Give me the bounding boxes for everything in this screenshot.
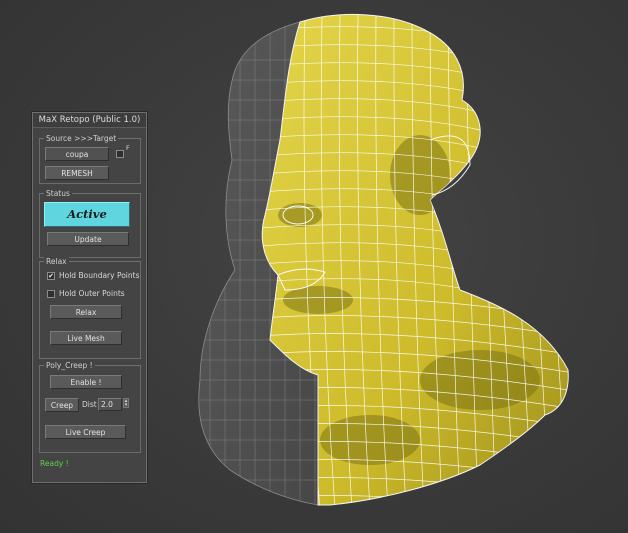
active-state-indicator[interactable]: Active: [44, 202, 130, 227]
panel-title[interactable]: MaX Retopo (Public 1.0): [33, 113, 146, 128]
source-target-group: Source >>>Target coupa F REMESH: [39, 133, 141, 184]
live-mesh-button[interactable]: Live Mesh: [50, 331, 122, 345]
status-bar-text: Ready !: [40, 459, 69, 468]
dist-label: Dist: [82, 400, 97, 409]
poly-creep-group: Poly_Creep ! Enable ! Creep Dist 2.0 ▴ ▾ …: [39, 360, 141, 453]
remesh-button[interactable]: REMESH: [45, 166, 109, 180]
relax-button[interactable]: Relax: [50, 305, 122, 319]
relax-label: Relax: [44, 256, 69, 267]
hold-boundary-checkbox[interactable]: ✔: [47, 272, 55, 280]
status-group: Status Active Update: [39, 188, 141, 258]
hold-outer-label: Hold Outer Points: [59, 289, 125, 298]
creep-button[interactable]: Creep: [45, 398, 79, 412]
flag-checkbox[interactable]: [116, 150, 124, 158]
hold-outer-checkbox[interactable]: [47, 290, 55, 298]
live-creep-button[interactable]: Live Creep: [45, 425, 126, 439]
poly-creep-label: Poly_Creep !: [44, 360, 95, 371]
flag-label: F: [126, 144, 130, 152]
relax-group: Relax ✔ Hold Boundary Points Hold Outer …: [39, 256, 141, 359]
dist-spinner-arrows-icon[interactable]: ▴ ▾: [123, 398, 129, 408]
dist-spinner-field[interactable]: 2.0: [98, 398, 122, 411]
source-target-label: Source >>>Target: [44, 133, 119, 144]
status-label: Status: [44, 188, 72, 199]
update-button[interactable]: Update: [47, 232, 129, 246]
max-retopo-panel: MaX Retopo (Public 1.0) Source >>>Target…: [32, 112, 147, 483]
source-object-button[interactable]: coupa: [45, 147, 109, 161]
enable-button[interactable]: Enable !: [50, 375, 122, 389]
hold-boundary-label: Hold Boundary Points: [59, 271, 140, 280]
